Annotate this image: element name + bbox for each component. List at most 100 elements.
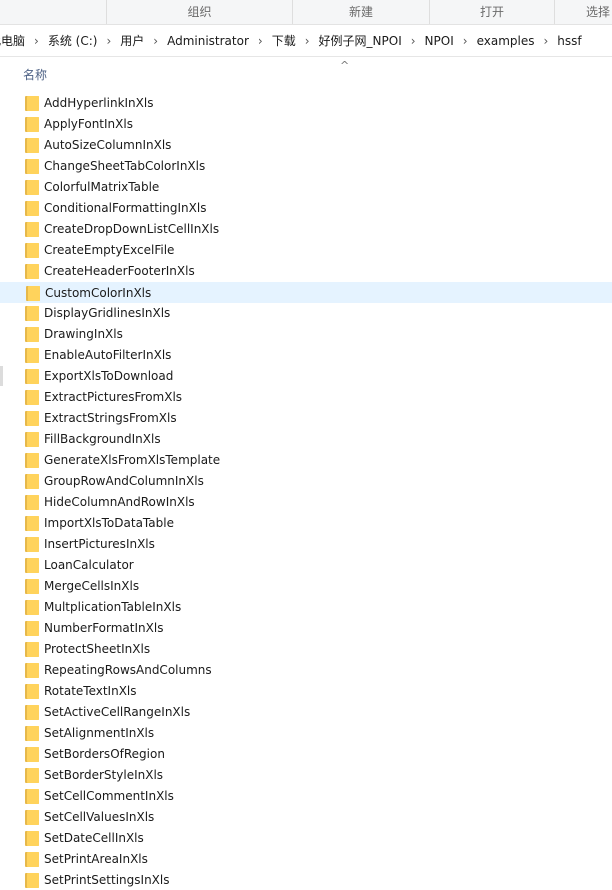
list-item[interactable]: AddHyperlinkInXls [0, 93, 612, 114]
list-item[interactable]: InsertPicturesInXls [0, 534, 612, 555]
folder-icon-front [27, 180, 39, 195]
list-item-label: CreateHeaderFooterInXls [44, 264, 195, 278]
list-item[interactable]: SetPrintSettingsInXls [0, 870, 612, 890]
chevron-right-icon[interactable]: › [106, 34, 111, 48]
list-item[interactable]: SetCellCommentInXls [0, 786, 612, 807]
list-item[interactable]: ApplyFontInXls [0, 114, 612, 135]
folder-icon [25, 222, 39, 237]
list-item[interactable]: ConditionalFormattingInXls [0, 198, 612, 219]
list-item[interactable]: FillBackgroundInXls [0, 429, 612, 450]
list-item-label: NumberFormatInXls [44, 621, 164, 635]
breadcrumb-users[interactable]: 用户 [120, 32, 144, 49]
list-item-label: SetDateCellInXls [44, 831, 144, 845]
list-item[interactable]: LoanCalculator [0, 555, 612, 576]
list-item[interactable]: MultplicationTableInXls [0, 597, 612, 618]
list-item[interactable]: HideColumnAndRowInXls [0, 492, 612, 513]
chevron-right-icon[interactable]: › [543, 34, 548, 48]
folder-icon [25, 243, 39, 258]
folder-icon [25, 684, 39, 699]
list-item[interactable]: ExtractStringsFromXls [0, 408, 612, 429]
chevron-right-icon[interactable]: › [305, 34, 310, 48]
breadcrumb-downloads[interactable]: 下载 [272, 32, 296, 49]
address-bar[interactable]: 此电脑 › 系统 (C:) › 用户 › Administrator › 下载 … [0, 25, 612, 57]
list-item[interactable]: SetAlignmentInXls [0, 723, 612, 744]
folder-icon-front [27, 873, 39, 888]
list-item[interactable]: ExportXlsToDownload [0, 366, 612, 387]
folder-icon [25, 810, 39, 825]
ribbon-group-new[interactable]: 新建 [293, 0, 430, 24]
folder-icon-front [27, 306, 39, 321]
list-item[interactable]: CreateHeaderFooterInXls [0, 261, 612, 282]
column-header-name[interactable]: 名称 [23, 66, 47, 83]
list-item[interactable]: GenerateXlsFromXlsTemplate [0, 450, 612, 471]
folder-icon [25, 264, 39, 279]
ribbon-group-select[interactable]: 选择 [555, 0, 612, 24]
file-list: AddHyperlinkInXls ApplyFontInXls AutoSizeC… [0, 93, 612, 890]
folder-icon-front [27, 369, 39, 384]
list-item-label: AddHyperlinkInXls [44, 96, 154, 110]
list-item[interactable]: RepeatingRowsAndColumns [0, 660, 612, 681]
list-item[interactable]: SetDateCellInXls [0, 828, 612, 849]
chevron-right-icon[interactable]: › [153, 34, 158, 48]
folder-icon-front [27, 453, 39, 468]
folder-icon-front [27, 621, 39, 636]
list-item[interactable]: SetCellValuesInXls [0, 807, 612, 828]
breadcrumb-examples[interactable]: examples [477, 34, 535, 48]
folder-icon [25, 789, 39, 804]
list-item[interactable]: ProtectSheetInXls [0, 639, 612, 660]
chevron-right-icon[interactable]: › [411, 34, 416, 48]
list-item[interactable]: ChangeSheetTabColorInXls [0, 156, 612, 177]
list-item[interactable]: RotateTextInXls [0, 681, 612, 702]
list-item[interactable]: ColorfulMatrixTable [0, 177, 612, 198]
list-item[interactable]: MergeCellsInXls [0, 576, 612, 597]
list-item[interactable]: CustomColorInXls [0, 282, 612, 303]
list-item[interactable]: AutoSizeColumnInXls [0, 135, 612, 156]
list-item[interactable]: SetBorderStyleInXls [0, 765, 612, 786]
breadcrumb-system-drive[interactable]: 系统 (C:) [48, 32, 98, 49]
chevron-right-icon[interactable]: › [258, 34, 263, 48]
list-item-label: CreateEmptyExcelFile [44, 243, 175, 257]
ribbon-group-open[interactable]: 打开 [430, 0, 555, 24]
list-item[interactable]: DrawingInXls [0, 324, 612, 345]
folder-icon [25, 831, 39, 846]
breadcrumb-administrator[interactable]: Administrator [167, 34, 249, 48]
folder-icon-front [27, 747, 39, 762]
list-item[interactable]: SetBordersOfRegion [0, 744, 612, 765]
folder-icon-front [27, 390, 39, 405]
list-item[interactable]: GroupRowAndColumnInXls [0, 471, 612, 492]
folder-icon [25, 390, 39, 405]
breadcrumb-hssf[interactable]: hssf [557, 34, 581, 48]
breadcrumb-this-pc[interactable]: 此电脑 [0, 32, 25, 49]
list-item-label: ApplyFontInXls [44, 117, 133, 131]
folder-icon [25, 96, 39, 111]
chevron-right-icon[interactable]: › [34, 34, 39, 48]
chevron-right-icon[interactable]: › [463, 34, 468, 48]
column-header-row: ^ 名称 [0, 56, 612, 88]
folder-icon [26, 286, 40, 301]
folder-icon-front [27, 642, 39, 657]
folder-icon-front [27, 138, 39, 153]
list-item[interactable]: SetActiveCellRangeInXls [0, 702, 612, 723]
list-item[interactable]: CreateEmptyExcelFile [0, 240, 612, 261]
list-item[interactable]: DisplayGridlinesInXls [0, 303, 612, 324]
list-item-label: MultplicationTableInXls [44, 600, 182, 614]
list-item-label: InsertPicturesInXls [44, 537, 155, 551]
folder-icon-front [27, 495, 39, 510]
list-item[interactable]: ExtractPicturesFromXls [0, 387, 612, 408]
list-item[interactable]: CreateDropDownListCellInXls [0, 219, 612, 240]
ribbon-group-labels: 组织 新建 打开 选择 [0, 0, 612, 25]
folder-icon [25, 432, 39, 447]
folder-icon-front [27, 474, 39, 489]
list-item-label: HideColumnAndRowInXls [44, 495, 195, 509]
list-item[interactable]: ImportXlsToDataTable [0, 513, 612, 534]
folder-icon-front [27, 705, 39, 720]
ribbon-group-organize[interactable]: 组织 [107, 0, 293, 24]
list-item[interactable]: EnableAutoFilterInXls [0, 345, 612, 366]
breadcrumb-npoi-archive[interactable]: 好例子网_NPOI [319, 32, 402, 49]
list-item-label: ExportXlsToDownload [44, 369, 174, 383]
folder-icon-front [27, 411, 39, 426]
list-item[interactable]: NumberFormatInXls [0, 618, 612, 639]
breadcrumb-npoi[interactable]: NPOI [425, 34, 454, 48]
list-item-label: SetCellValuesInXls [44, 810, 155, 824]
list-item[interactable]: SetPrintAreaInXls [0, 849, 612, 870]
